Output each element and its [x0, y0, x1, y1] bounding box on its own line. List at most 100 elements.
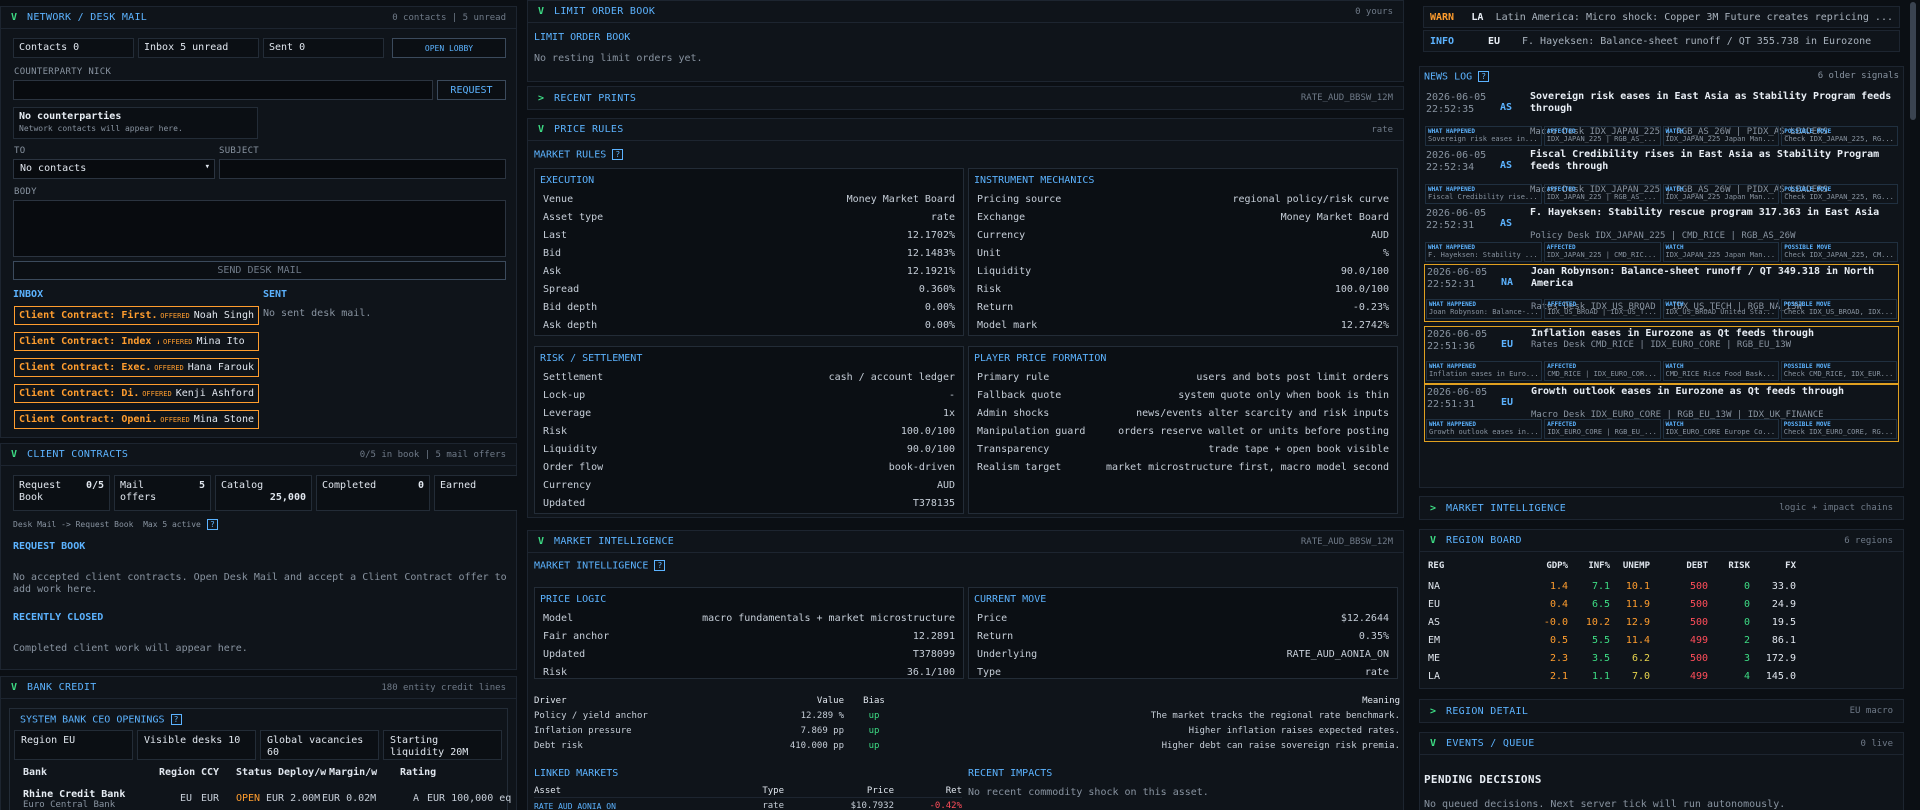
limit-status: 0 yours — [1355, 6, 1393, 17]
intel-collapsed-panel[interactable]: > MARKET INTELLIGENCE logic + impact cha… — [1419, 496, 1904, 520]
offered-badge: OFFERED — [163, 337, 193, 346]
news-cell: WATCH IDX_EURO_CORE Europe Co... — [1662, 419, 1779, 439]
scrollbar-thumb[interactable] — [1910, 2, 1916, 120]
intel-title: MARKET INTELLIGENCE — [554, 536, 675, 547]
client-title: CLIENT CONTRACTS — [27, 449, 129, 460]
recently-closed-title: RECENTLY CLOSED — [13, 612, 104, 623]
news-cell: POSSIBLE MOVE Check IDX_JAPAN_225, RG... — [1781, 126, 1898, 146]
news-item[interactable]: 2026-06-05 22:52:31 NA Joan Robynson: Ba… — [1424, 264, 1899, 322]
alert-row[interactable]: INFO EU F. Hayeksen: Balance-sheet runof… — [1423, 30, 1900, 52]
news-cell: WHAT HAPPENED Inflation eases in Euro... — [1426, 361, 1543, 381]
news-cell: WATCH IDX_US_BROAD United Sta... — [1662, 299, 1779, 319]
alert-row[interactable]: WARN LA Latin America: Micro shock: Copp… — [1423, 6, 1900, 28]
status-badge: OPEN — [236, 793, 261, 804]
intel-header[interactable]: V MARKET INTELLIGENCE RATE_AUD_BBSW_12M — [528, 531, 1403, 553]
help-icon[interactable]: ? — [206, 519, 218, 530]
counterparty-input[interactable] — [13, 80, 433, 100]
news-item[interactable]: 2026-06-05 22:51:36 EU Inflation eases i… — [1424, 326, 1899, 384]
region-board-header[interactable]: V REGION BOARD 6 regions — [1420, 530, 1903, 552]
contacts-stat[interactable]: Contacts 0 — [13, 38, 134, 58]
news-item[interactable]: 2026-06-05 22:52:31 AS F. Hayeksen: Stab… — [1424, 206, 1899, 264]
expand-icon[interactable]: > — [1430, 503, 1436, 514]
client-stat: Request Book 0/5 — [13, 475, 110, 511]
request-book-title: REQUEST BOOK — [13, 541, 86, 552]
recent-impacts-title: RECENT IMPACTS — [968, 768, 1053, 779]
body-textarea[interactable] — [13, 200, 506, 257]
recent-prints-panel[interactable]: > RECENT PRINTS RATE_AUD_BBSW_12M — [527, 86, 1404, 110]
region-row[interactable]: AS -0.0 10.2 12.9 500 0 19.5 — [1428, 615, 1895, 633]
inbox-item[interactable]: Client Contract: Di... OFFERED Kenji Ash… — [14, 384, 259, 403]
inbox-item[interactable]: Client Contract: Exec... OFFERED Hana Fa… — [14, 358, 259, 377]
help-icon[interactable]: ? — [1478, 71, 1490, 82]
inbox-item[interactable]: Client Contract: Index A... OFFERED Mina… — [14, 332, 259, 351]
help-icon[interactable]: ? — [612, 149, 624, 160]
region-detail-header[interactable]: > REGION DETAIL EU macro — [1420, 700, 1903, 722]
collapse-icon[interactable]: V — [1430, 535, 1436, 546]
news-cell: AFFECTED IDX_JAPAN_225 | CMD_RIC... — [1543, 242, 1661, 262]
subject-input[interactable] — [219, 159, 506, 179]
kv-row: Leverage 1x — [543, 407, 955, 419]
bank-stat: Visible desks 10 — [137, 730, 256, 760]
client-header[interactable]: V CLIENT CONTRACTS 0/5 in book | 5 mail … — [1, 444, 516, 466]
limit-header[interactable]: V LIMIT ORDER BOOK 0 yours — [528, 1, 1403, 23]
prints-header[interactable]: > RECENT PRINTS RATE_AUD_BBSW_12M — [528, 87, 1403, 109]
bank-stat: Starting liquidity 20M — [383, 730, 502, 760]
kv-row: Transparency trade tape + open book visib… — [977, 443, 1389, 455]
region-row[interactable]: LA 2.1 1.1 7.0 499 4 145.0 — [1428, 669, 1895, 687]
kv-row: Type rate — [977, 666, 1389, 678]
offered-badge: OFFERED — [160, 415, 190, 424]
bank-title: BANK CREDIT — [27, 682, 97, 693]
news-item[interactable]: 2026-06-05 22:51:31 EU Growth outlook ea… — [1424, 384, 1899, 442]
expand-icon[interactable]: > — [1430, 706, 1436, 717]
region-row[interactable]: EU 0.4 6.5 11.9 500 0 24.9 — [1428, 597, 1895, 615]
news-cell: WHAT HAPPENED Growth outlook eases in... — [1426, 419, 1543, 439]
region-column-header: REG — [1428, 561, 1445, 571]
kv-row: Ask depth 0.00% — [543, 319, 955, 331]
news-item[interactable]: 2026-06-05 22:52:34 AS Fiscal Credibilit… — [1424, 148, 1899, 206]
kv-row: Exchange Money Market Board — [977, 211, 1389, 223]
collapse-icon[interactable]: V — [11, 12, 17, 23]
box-title: RISK / SETTLEMENT — [540, 353, 643, 364]
collapse-icon[interactable]: V — [11, 682, 17, 693]
newslog-status: 6 older signals — [1817, 71, 1899, 81]
expand-icon[interactable]: > — [538, 93, 544, 104]
linked-asset-button[interactable]: RATE_AUD_AONIA_ON — [534, 802, 734, 810]
recent-impacts-empty: No recent commodity shock on this asset. — [968, 787, 1209, 798]
collapse-icon[interactable]: V — [538, 124, 544, 135]
events-header[interactable]: V EVENTS / QUEUE 0 live — [1420, 733, 1903, 755]
collapse-icon[interactable]: V — [538, 536, 544, 547]
rules-header[interactable]: V PRICE RULES rate — [528, 119, 1403, 141]
inbox-item[interactable]: Client Contract: First... OFFERED Noah S… — [14, 306, 259, 325]
offered-badge: OFFERED — [154, 363, 184, 372]
intel-collapsed-header[interactable]: > MARKET INTELLIGENCE logic + impact cha… — [1420, 497, 1903, 519]
box-title: CURRENT MOVE — [974, 594, 1047, 605]
bank-header[interactable]: V BANK CREDIT 180 entity credit lines — [1, 677, 516, 699]
region-row[interactable]: ME 2.3 3.5 6.2 500 3 172.9 — [1428, 651, 1895, 669]
help-icon[interactable]: ? — [170, 714, 182, 725]
kv-row: Unit% — [977, 247, 1389, 259]
news-item[interactable]: 2026-06-05 22:52:35 AS Sovereign risk ea… — [1424, 90, 1899, 148]
bank-row[interactable]: Rhine Credit Bank Euro Central Bank EU E… — [10, 789, 511, 810]
box-title: EXECUTION — [540, 175, 595, 186]
open-lobby-button[interactable]: OPEN LOBBY — [392, 38, 506, 58]
sent-stat[interactable]: Sent 0 — [263, 38, 384, 58]
intel-heading: MARKET INTELLIGENCE? — [534, 560, 666, 572]
network-header[interactable]: V NETWORK / DESK MAIL 0 contacts | 5 unr… — [1, 7, 516, 29]
region-row[interactable]: NA 1.4 7.1 10.1 500 0 33.0 — [1428, 579, 1895, 597]
region-row[interactable]: EM 0.5 5.5 11.4 499 2 86.1 — [1428, 633, 1895, 651]
linked-row[interactable]: RATE_AUD_AONIA_ON rate $10.7932 -0.42% — [534, 798, 962, 810]
inbox-stat[interactable]: Inbox 5 unread — [138, 38, 259, 58]
collapse-icon[interactable]: V — [1430, 738, 1436, 749]
collapse-icon[interactable]: V — [11, 449, 17, 460]
region-detail-panel[interactable]: > REGION DETAIL EU macro — [1419, 699, 1904, 723]
region-board-panel: V REGION BOARD 6 regions REG GDP% INF% UNEM… — [1419, 529, 1904, 689]
news-cell: WHAT HAPPENED Joan Robynson: Balance-... — [1426, 299, 1543, 319]
collapse-icon[interactable]: V — [538, 6, 544, 17]
inbox-item[interactable]: Client Contract: Openi... OFFERED Mina S… — [14, 410, 259, 429]
request-button[interactable]: REQUEST — [437, 80, 506, 100]
alert-strip: WARN LA Latin America: Micro shock: Copp… — [1423, 6, 1900, 54]
page-scrollbar[interactable] — [1906, 0, 1920, 810]
help-icon[interactable]: ? — [654, 560, 666, 571]
send-desk-mail-button[interactable]: SEND DESK MAIL — [13, 261, 506, 280]
to-select[interactable]: No contacts ▾ — [13, 159, 215, 179]
